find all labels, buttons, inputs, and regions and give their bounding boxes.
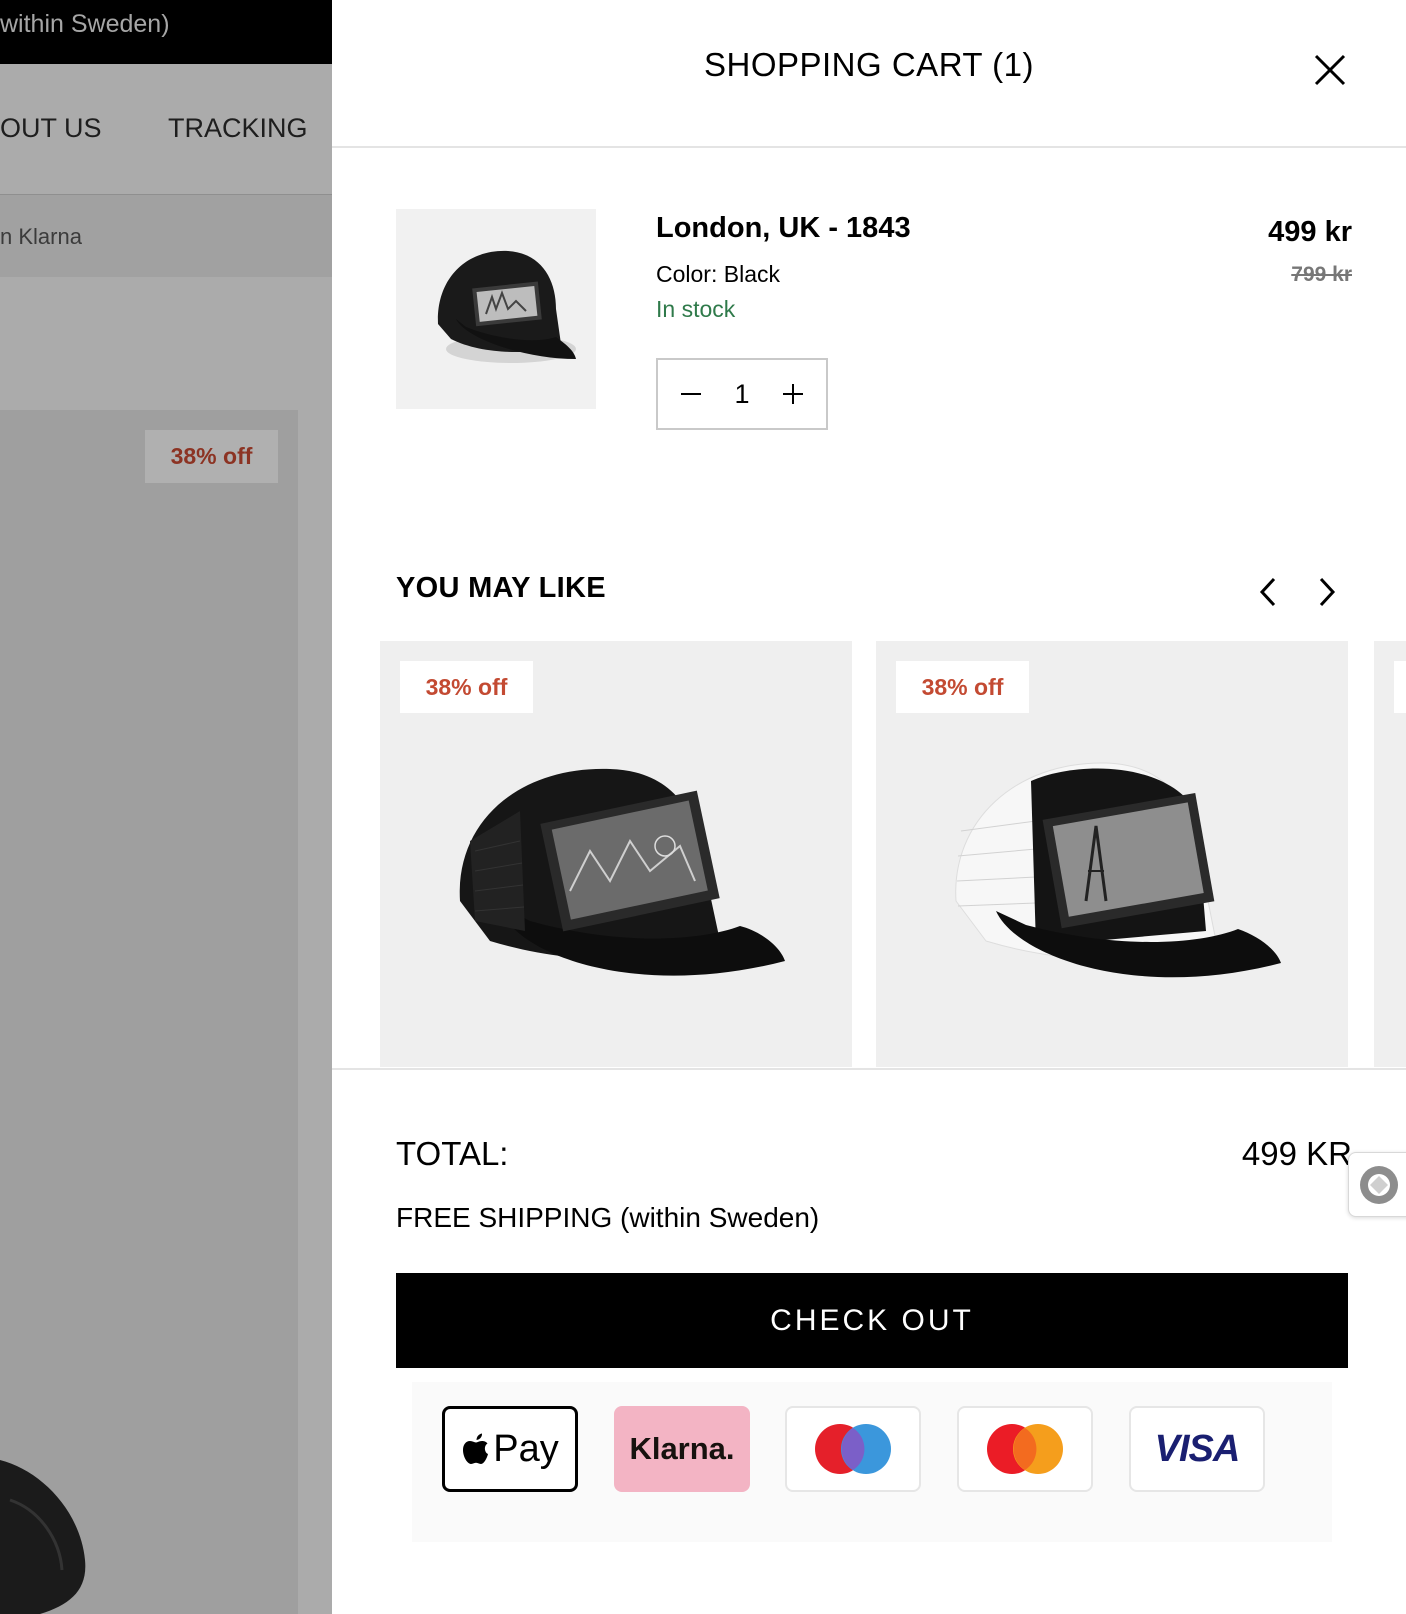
- discount-badge: 38% off: [896, 661, 1029, 713]
- total-value: 499 KR: [1241, 1135, 1352, 1172]
- payment-methods: Pay Klarna. VISA: [412, 1382, 1332, 1542]
- quantity-value[interactable]: 1: [734, 379, 749, 410]
- chevron-left-icon: [1259, 577, 1276, 607]
- decrease-quantity-button[interactable]: [678, 381, 704, 407]
- discount-badge-partial: [1394, 661, 1406, 713]
- chevron-right-icon: [1319, 577, 1336, 607]
- cart-item-price: 499 kr: [1268, 216, 1352, 248]
- nav-about-us: OUT US: [0, 113, 102, 143]
- cart-title-text: SHOPPING CART (1): [703, 46, 1034, 83]
- visa-logo: VISA: [1129, 1406, 1265, 1492]
- nav-tracking: TRACKING: [168, 113, 308, 143]
- support-widget-button[interactable]: [1348, 1152, 1406, 1217]
- cart-title: SHOPPING CART (1): [332, 46, 1406, 84]
- maestro-icon: [815, 1424, 891, 1474]
- klarna-bar-text: n Klarna: [0, 224, 82, 249]
- header-divider: [332, 146, 1406, 148]
- visa-text: VISA: [1154, 1427, 1241, 1470]
- close-icon: [1314, 54, 1346, 86]
- apple-pay-text: Pay: [493, 1427, 559, 1470]
- product-hat-image: [0, 1460, 86, 1614]
- increase-quantity-button[interactable]: [780, 381, 806, 407]
- cap-image: [437, 250, 576, 363]
- close-button[interactable]: [1310, 50, 1350, 90]
- total-label: TOTAL:: [396, 1135, 509, 1172]
- mastercard-icon: [987, 1424, 1063, 1474]
- carousel-next-button[interactable]: [1313, 576, 1339, 608]
- checkout-button[interactable]: CHECK OUT: [396, 1273, 1348, 1368]
- discount-badge: 38% off: [400, 661, 533, 713]
- footer-divider: [332, 1068, 1406, 1070]
- recommended-product-card[interactable]: 38% off: [380, 641, 852, 1067]
- apple-pay-logo: Pay: [442, 1406, 578, 1492]
- quantity-stepper: 1: [656, 358, 828, 430]
- cart-item-color: Color: Black: [656, 261, 780, 287]
- discount-badge: 38% off: [145, 430, 278, 483]
- recommended-product-card[interactable]: [1374, 641, 1406, 1067]
- shopping-cart-drawer: SHOPPING CART (1) London, UK - 1843 Colo…: [332, 0, 1406, 1614]
- maestro-logo: [785, 1406, 921, 1492]
- apple-icon: [463, 1433, 489, 1464]
- klarna-logo: Klarna.: [614, 1406, 750, 1492]
- cart-item-image[interactable]: [396, 209, 596, 409]
- cap-image: [459, 768, 785, 976]
- mastercard-logo: [957, 1406, 1093, 1492]
- background-page: within Sweden) OUT US TRACKING n Klarna …: [0, 0, 332, 1614]
- announcement-bar: within Sweden): [0, 0, 332, 64]
- you-may-like-heading: YOU MAY LIKE: [396, 572, 606, 604]
- recommended-product-card[interactable]: 38% off: [876, 641, 1348, 1067]
- chat-widget-icon: [1360, 1165, 1398, 1204]
- plus-icon: [783, 384, 803, 404]
- cart-item-name[interactable]: London, UK - 1843: [656, 212, 911, 245]
- minus-icon: [681, 393, 701, 395]
- klarna-text: Klarna.: [629, 1431, 735, 1466]
- announcement-text: within Sweden): [0, 10, 170, 38]
- carousel-prev-button[interactable]: [1256, 576, 1282, 608]
- cart-item-original-price: 799 kr: [1291, 263, 1352, 286]
- shipping-info: FREE SHIPPING (within Sweden): [396, 1202, 820, 1233]
- cap-image: [955, 762, 1281, 978]
- cart-item-stock-status: In stock: [656, 296, 736, 322]
